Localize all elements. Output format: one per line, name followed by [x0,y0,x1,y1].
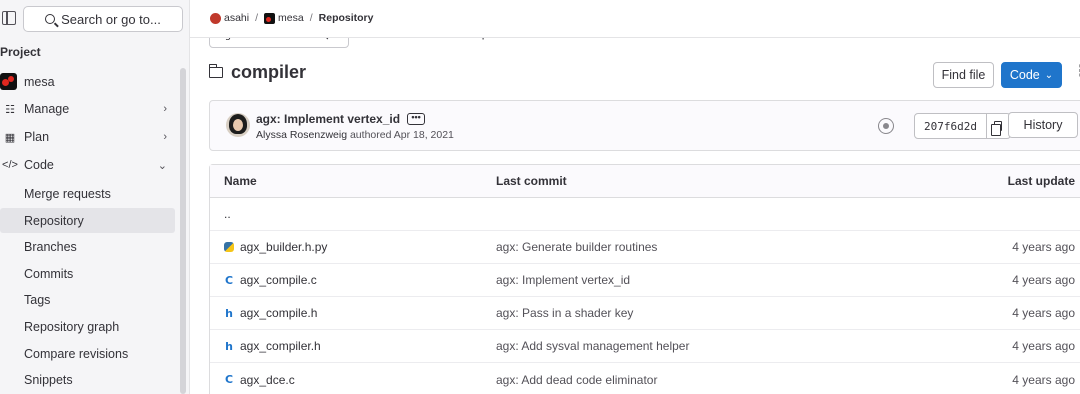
file-name-link[interactable]: agx_compile.h [240,306,317,320]
column-header-last-commit: Last commit [496,174,567,188]
history-button[interactable]: History [1008,112,1078,138]
table-row: agx_builder.h.py agx: Generate builder r… [210,231,1080,264]
project-section-label: Project [0,45,41,59]
find-file-button[interactable]: Find file [933,62,994,88]
more-actions-icon[interactable]: ⋮ [1073,64,1080,80]
chevron-right-icon: › [163,131,167,143]
file-last-commit-link[interactable]: agx: Add sysval management helper [496,330,689,362]
branch-selector[interactable]: agx-milestone-1 ⌄ [209,38,349,48]
table-header: Name Last commit Last update [210,165,1080,198]
header-file-icon: h [225,306,233,320]
pipeline-status-icon[interactable] [878,118,894,134]
sidebar-toggle-icon[interactable] [2,11,16,25]
sidebar-top: Search or go to... [0,6,190,32]
sidebar-item-label: Plan [24,130,50,144]
table-row: h agx_compiler.h agx: Add sysval managem… [210,330,1080,363]
table-row: C agx_dce.c agx: Add dead code eliminato… [210,363,1080,394]
search-icon [45,14,56,24]
column-header-name: Name [224,174,257,188]
chevron-down-icon: ⌄ [157,159,167,172]
sidebar-item-compare-revisions[interactable]: Compare revisions [0,341,175,366]
commit-title-row: agx: Implement vertex_id ••• [256,112,426,126]
commit-authored-date: authored Apr 18, 2021 [349,129,454,141]
table-row: h agx_compile.h agx: Pass in a shader ke… [210,297,1080,330]
file-last-update: 4 years ago [1012,240,1075,254]
last-commit-box: agx: Implement vertex_id ••• Alyssa Rose… [209,100,1080,151]
project-name: mesa [24,74,55,89]
sidebar-item-code[interactable]: </> Code ⌄ [0,152,175,178]
file-last-update: 4 years ago [1012,372,1075,387]
sidebar-item-label: Manage [24,102,70,116]
column-header-last-update: Last update [1007,174,1075,188]
code-icon: </> [2,159,18,171]
sidebar-item-repository[interactable]: Repository [0,208,175,233]
file-last-commit-link[interactable]: agx: Add dead code eliminator [496,363,657,394]
sidebar-item-branches[interactable]: Branches [0,234,175,259]
table-row: C agx_compile.c agx: Implement vertex_id… [210,264,1080,297]
expand-commit-description-button[interactable]: ••• [407,113,426,125]
c-file-icon: C [224,273,234,287]
project-link[interactable]: mesa [0,73,55,90]
python-file-icon [224,242,234,252]
file-last-update: 4 years ago [1012,339,1075,353]
c-file-icon: C [224,373,234,386]
file-last-commit-link[interactable]: agx: Implement vertex_id [496,264,630,296]
sidebar-item-manage[interactable]: ☷ Manage › [0,96,175,122]
chevron-down-icon: ⌄ [1044,69,1054,81]
sidebar-item-repository-graph[interactable]: Repository graph [0,314,175,339]
file-last-update: 4 years ago [1012,273,1075,287]
sidebar-scrollbar[interactable] [180,68,186,394]
chevron-right-icon: › [163,103,167,115]
breadcrumb-separator: / [255,12,259,24]
calendar-icon: ▦ [4,131,16,144]
breadcrumb-asahi[interactable]: asahi [210,12,249,24]
page-title-row: compiler [208,62,307,83]
file-table: Name Last commit Last update .. agx_buil… [209,164,1080,394]
breadcrumb-mesa[interactable]: mesa [264,12,304,24]
author-avatar[interactable] [226,113,250,137]
commit-author[interactable]: Alyssa Rosenzweig [256,129,347,141]
file-name-link[interactable]: agx_compiler.h [240,339,321,353]
users-icon: ☷ [5,103,15,116]
header-divider [190,37,1080,38]
project-avatar [264,12,276,24]
file-name-link[interactable]: agx_compile.c [240,273,317,287]
table-row-parent[interactable]: .. [210,198,1080,231]
sidebar-item-commits[interactable]: Commits [0,261,175,286]
commit-sha[interactable]: 207f6d2d [914,113,987,139]
project-avatar [0,73,17,90]
folder-icon [208,64,223,78]
commit-author-line: Alyssa Rosenzweig authored Apr 18, 2021 [256,129,454,141]
file-last-update: 4 years ago [1012,306,1075,320]
page-title: compiler [231,62,307,82]
parent-directory-link[interactable]: .. [224,198,231,230]
sidebar: Search or go to... Project mesa ☷ Manage… [0,0,190,394]
sidebar-item-plan[interactable]: ▦ Plan › [0,124,175,150]
header-file-icon: h [225,339,233,353]
breadcrumb-repository[interactable]: Repository [319,12,374,24]
search-button[interactable]: Search or go to... [23,6,183,32]
commit-sha-group: 207f6d2d [914,113,1011,139]
file-last-commit-link[interactable]: agx: Generate builder routines [496,231,657,263]
search-label: Search or go to... [61,11,161,27]
copy-icon [991,121,1003,136]
breadcrumb-separator: / [309,12,313,24]
file-name-link[interactable]: agx_dce.c [240,373,295,387]
file-last-commit-link[interactable]: agx: Pass in a shader key [496,297,633,329]
code-dropdown-button[interactable]: Code ⌄ [1001,62,1062,88]
file-name-link[interactable]: agx_builder.h.py [240,240,327,254]
commit-title[interactable]: agx: Implement vertex_id [256,112,400,126]
sidebar-item-snippets[interactable]: Snippets [0,367,175,392]
sidebar-item-label: Code [24,158,54,172]
code-button-label: Code [1009,68,1040,82]
breadcrumb: asahi / mesa / Repository [210,12,373,24]
sidebar-item-tags[interactable]: Tags [0,287,175,312]
sidebar-item-merge-requests[interactable]: Merge requests [0,181,175,206]
group-avatar [210,12,221,24]
